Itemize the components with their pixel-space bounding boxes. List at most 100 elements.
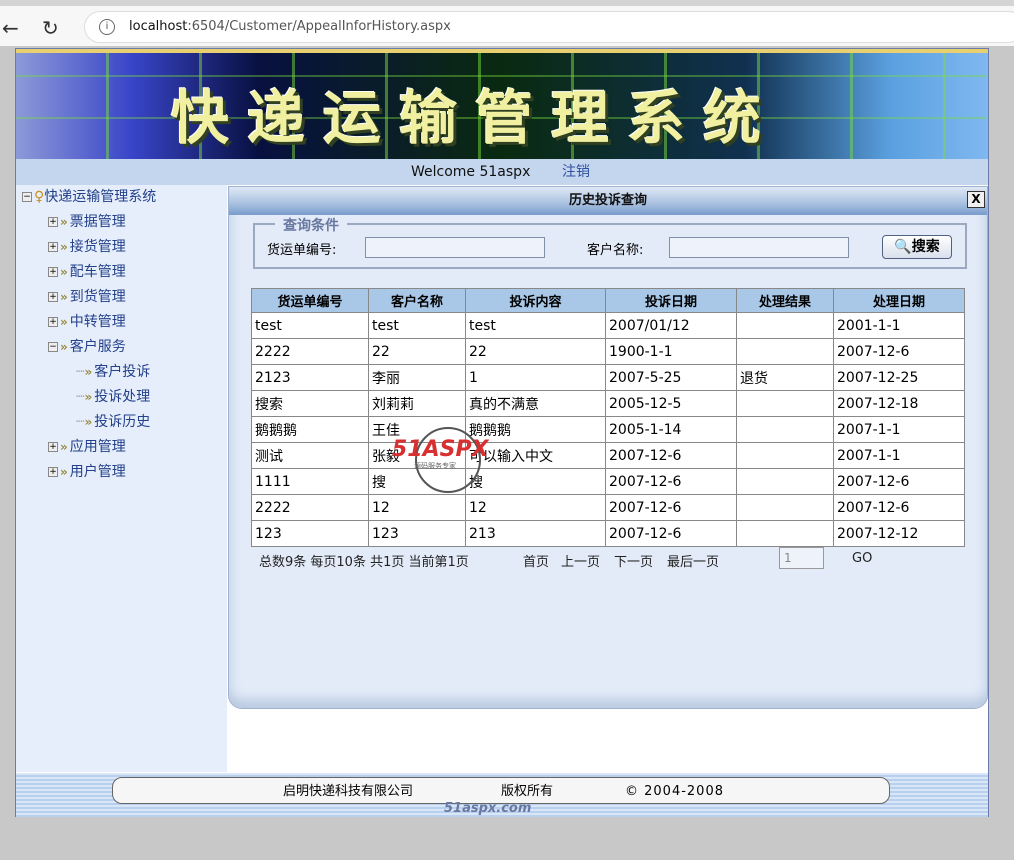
key-icon: ♀ [34,189,45,205]
chevron-icon: » [60,340,68,354]
waybill-label: 货运单编号: [267,243,337,258]
search-button[interactable]: 🔍搜索 [882,235,952,259]
table-cell: 1900-1-1 [605,338,737,365]
table-cell: 2222 [251,338,369,365]
history-panel: 历史投诉查询 X 查询条件 货运单编号: 客户名称: 🔍搜索 货运单编号 客户名称… [228,186,988,709]
collapse-icon[interactable]: − [48,342,58,352]
sidebar-subitem[interactable]: ┈» 投诉处理 [76,385,150,410]
table-cell: test [251,312,369,339]
expand-icon[interactable]: + [48,292,58,302]
banner-title: 快递运输管理系统 [171,84,780,152]
welcome-text: Welcome 51aspx [411,164,531,180]
table-cell: 真的不满意 [465,390,606,417]
table-cell: 2007-12-6 [605,494,737,521]
table-cell: 2007-12-6 [833,338,965,365]
sidebar-item[interactable]: +» 应用管理 [48,435,126,460]
column-header: 客户名称 [368,288,466,313]
chevron-icon: » [60,265,68,279]
chevron-icon: » [60,240,68,254]
table-cell [736,468,834,495]
chevron-icon: » [60,290,68,304]
expand-icon[interactable]: + [48,242,58,252]
chevron-icon: » [60,440,68,454]
expand-icon[interactable]: + [48,467,58,477]
table-cell: 12 [465,494,606,521]
table-cell: 2005-12-5 [605,390,737,417]
chevron-icon: » [60,215,68,229]
sidebar-item[interactable]: +» 接货管理 [48,235,126,260]
table-row: 1111 搜搜 2007-12-6 2007-12-6 [251,468,965,495]
go-button[interactable]: GO [852,551,872,566]
last-page-link[interactable]: 最后一页 [667,551,719,570]
table-cell: 刘莉莉 [368,390,466,417]
sidebar-subitem[interactable]: ┈» 客户投诉 [76,360,150,385]
close-button[interactable]: X [967,191,985,208]
table-cell: 鹅鹅鹅 [251,416,369,443]
table-cell: 鹅鹅鹅 [465,416,606,443]
reload-icon[interactable]: ↻ [42,16,59,40]
first-page-link[interactable]: 首页 [523,551,549,570]
sidebar-item[interactable]: +» 用户管理 [48,460,126,485]
footer-copyright: © 2004-2008 [625,784,724,799]
back-icon[interactable]: ← [2,16,19,40]
table-cell: 搜索 [251,390,369,417]
table-cell: 12 [368,494,466,521]
table-cell: 2007-12-6 [833,494,965,521]
pager-summary: 总数9条 每页10条 共1页 当前第1页 [259,555,469,570]
info-icon[interactable]: i [99,19,115,35]
prev-page-link[interactable]: 上一页 [561,551,600,570]
column-header: 投诉内容 [465,288,606,313]
table-cell: 123 [251,520,369,547]
expand-icon[interactable]: + [48,442,58,452]
column-header: 货运单编号 [251,288,369,313]
table-cell [736,416,834,443]
table-cell: 22 [465,338,606,365]
table-cell: 2001-1-1 [833,312,965,339]
collapse-icon[interactable]: − [22,192,32,202]
table-cell: test [465,312,606,339]
welcome-bar: Welcome 51aspx 注销 [16,159,988,185]
table-cell: 1 [465,364,606,391]
tree-root[interactable]: − ♀快递运输管理系统 [22,185,156,210]
next-page-link[interactable]: 下一页 [614,551,653,570]
banner: 快递运输管理系统 [16,49,988,159]
customer-input[interactable] [669,237,849,258]
customer-label: 客户名称: [587,243,644,258]
column-header: 处理结果 [736,288,834,313]
table-row: test test test 2007/01/12 2001-1-1 [251,312,965,339]
column-header: 处理日期 [833,288,965,313]
search-legend: 查询条件 [275,215,347,235]
waybill-input[interactable] [365,237,545,258]
expand-icon[interactable]: + [48,217,58,227]
sidebar-item[interactable]: +» 到货管理 [48,285,126,310]
footer: 启明快递科技有限公司 版权所有 © 2004-2008 51aspx.com [16,773,988,817]
table-cell: 2007/01/12 [605,312,737,339]
table-cell: 2007-12-6 [605,520,737,547]
address-bar[interactable]: i localhost:6504/Customer/AppealInforHis… [84,11,1014,43]
table-cell: 2007-1-1 [833,416,965,443]
table-cell: 王佳 [368,416,466,443]
footer-company: 启明快递科技有限公司 [283,784,414,799]
table-cell: 搜 [368,468,466,495]
expand-icon[interactable]: + [48,267,58,277]
table-row: 2123 李丽 1 2007-5-25 退货 2007-12-25 [251,364,965,391]
table-cell: 1111 [251,468,369,495]
column-header: 投诉日期 [605,288,737,313]
sidebar-item[interactable]: +» 配车管理 [48,260,126,285]
history-table: 货运单编号 客户名称 投诉内容 投诉日期 处理结果 处理日期 test test test 20… [251,288,965,547]
chevron-icon: » [60,465,68,479]
panel-title: 历史投诉查询 [229,187,987,215]
table-row: 123 123 213 2007-12-6 2007-12-12 [251,520,965,547]
page-input[interactable]: 1 [779,547,824,569]
sidebar-item[interactable]: +» 中转管理 [48,310,126,335]
table-cell: 2007-12-6 [833,468,965,495]
table-cell: 2007-12-12 [833,520,965,547]
table-cell: 2007-12-6 [605,442,737,469]
search-fieldset: 查询条件 货运单编号: 客户名称: 🔍搜索 [253,215,967,269]
table-cell: 测试 [251,442,369,469]
expand-icon[interactable]: + [48,317,58,327]
sidebar-subitem[interactable]: ┈» 投诉历史 [76,410,150,435]
logout-link[interactable]: 注销 [562,159,590,185]
sidebar-item[interactable]: +» 票据管理 [48,210,126,235]
sidebar-item[interactable]: −» 客户服务 [48,335,126,360]
